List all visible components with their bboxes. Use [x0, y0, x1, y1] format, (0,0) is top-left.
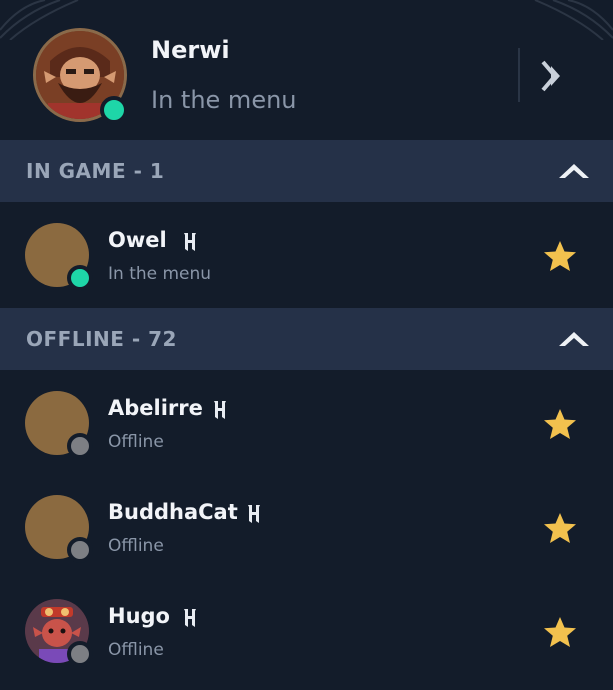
- friend-status-text: Offline: [108, 432, 164, 452]
- friend-name: Owel: [108, 228, 167, 252]
- friend-row-buddhacat[interactable]: BuddhaCat Offline: [0, 474, 613, 578]
- section-header-offline[interactable]: OFFLINE - 72: [0, 308, 613, 370]
- section-title: IN GAME - 1: [26, 159, 165, 183]
- offline-indicator: [67, 537, 93, 563]
- collapse-panel-button[interactable]: [532, 54, 576, 98]
- chevron-up-icon[interactable]: [557, 328, 591, 350]
- star-icon[interactable]: [543, 616, 577, 648]
- friend-row-owel[interactable]: Owel In the menu: [0, 202, 613, 306]
- profile-name: Nerwi: [151, 36, 230, 64]
- h-rune-icon: [184, 609, 196, 627]
- profile-online-indicator: [100, 96, 128, 124]
- friend-name: Abelirre: [108, 396, 203, 420]
- section-title: OFFLINE - 72: [26, 327, 177, 351]
- friend-row-abelirre[interactable]: Abelirre Offline: [0, 370, 613, 474]
- star-icon[interactable]: [543, 408, 577, 440]
- section-header-in-game[interactable]: IN GAME - 1: [0, 140, 613, 202]
- friend-status-text: Offline: [108, 536, 164, 556]
- star-icon[interactable]: [543, 240, 577, 272]
- star-icon[interactable]: [543, 512, 577, 544]
- profile-header: Nerwi In the menu: [0, 0, 613, 141]
- friend-name: Hugo: [108, 604, 170, 628]
- double-chevron-right-icon: [541, 60, 560, 92]
- profile-status-text: In the menu: [151, 86, 297, 114]
- h-rune-icon: [184, 233, 196, 251]
- offline-indicator: [67, 433, 93, 459]
- offline-indicator: [67, 641, 93, 667]
- friend-row-hugo[interactable]: Hugo Offline: [0, 578, 613, 682]
- friend-name: BuddhaCat: [108, 500, 238, 524]
- h-rune-icon: [214, 401, 226, 419]
- friend-status-text: In the menu: [108, 264, 212, 284]
- friend-status-text: Offline: [108, 640, 164, 660]
- online-indicator: [67, 265, 93, 291]
- header-divider: [518, 48, 520, 102]
- h-rune-icon: [248, 505, 260, 523]
- chevron-up-icon[interactable]: [557, 160, 591, 182]
